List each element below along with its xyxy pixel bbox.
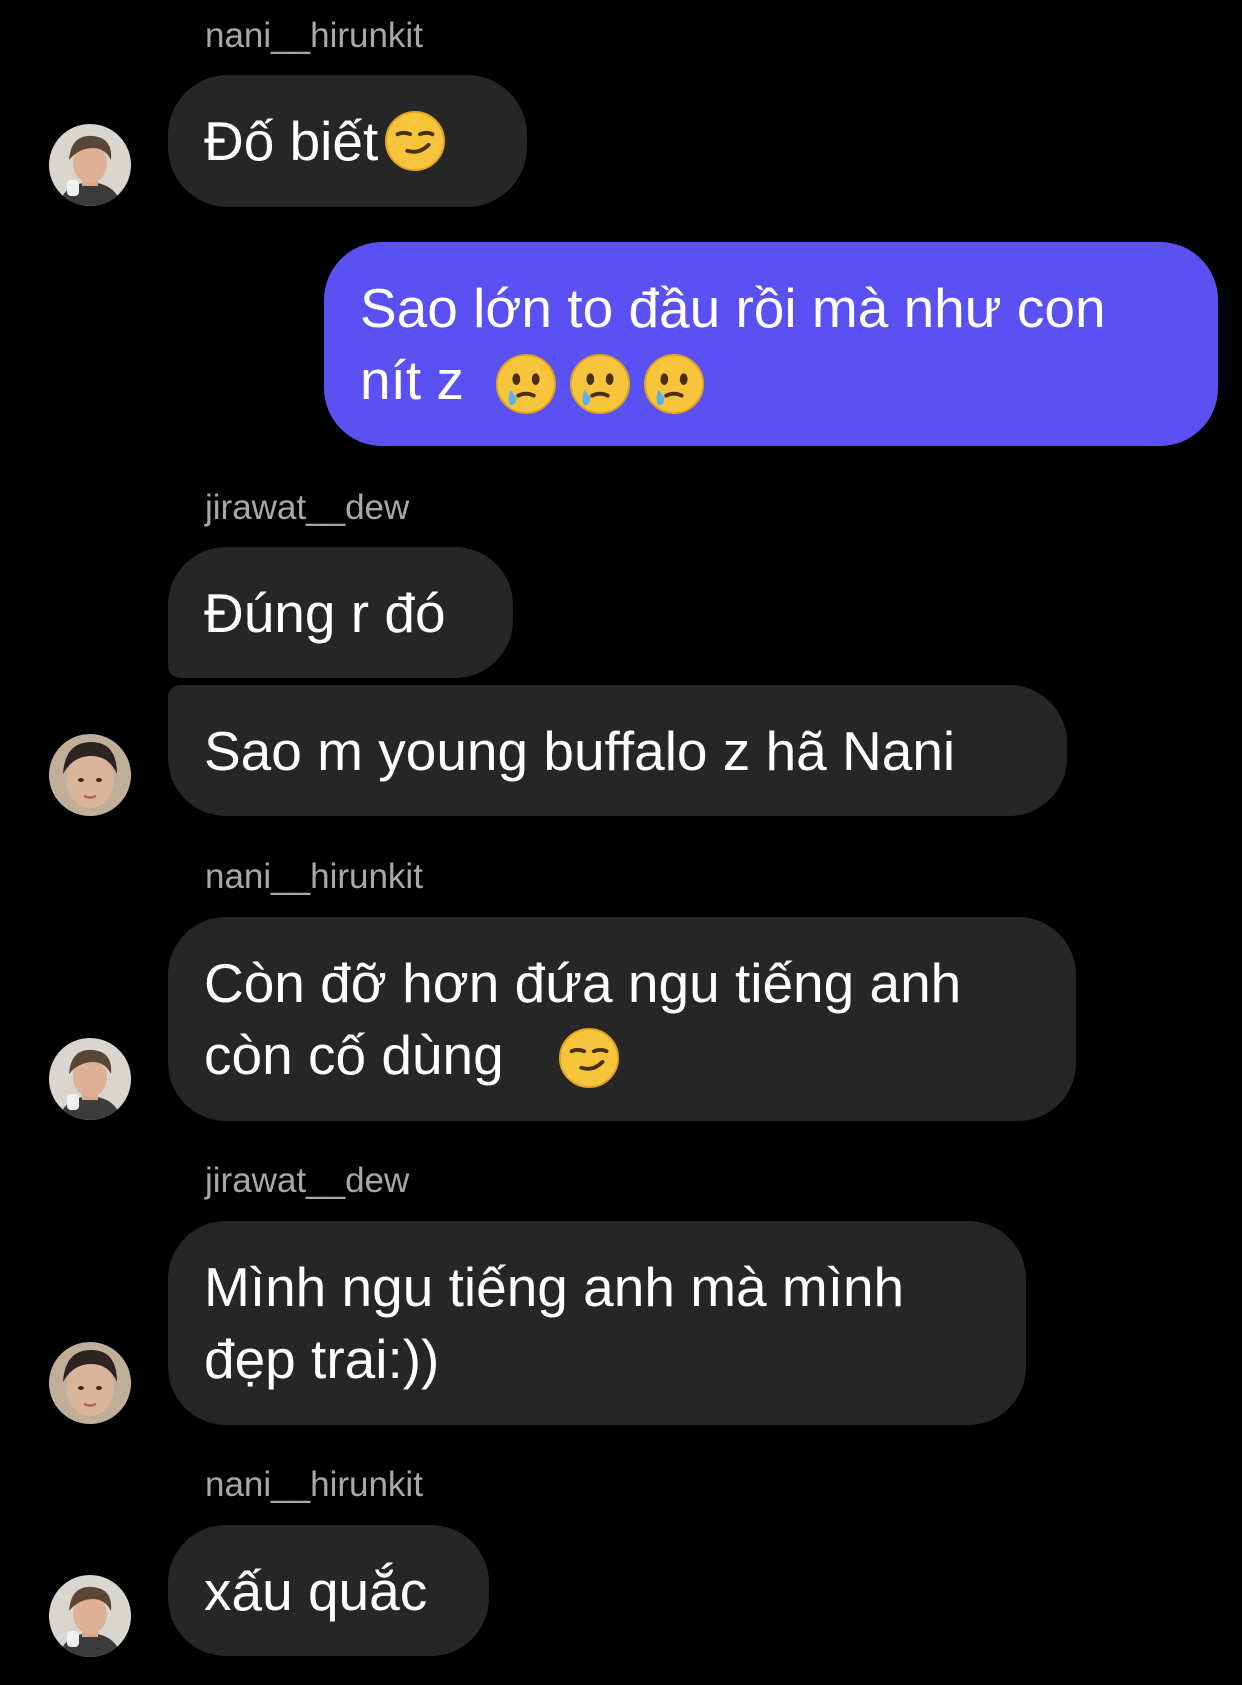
- avatar[interactable]: [49, 734, 131, 816]
- avatar[interactable]: [49, 1038, 131, 1120]
- message-bubble-incoming[interactable]: Mình ngu tiếng anh mà mình đẹp trai:)): [168, 1221, 1026, 1425]
- sender-name: nani__hirunkit: [205, 16, 423, 55]
- avatar[interactable]: [49, 124, 131, 206]
- chat-thread: nani__hirunkit Đố biết Sao lớn to đầu rồ…: [0, 0, 1242, 1685]
- message-bubble-incoming[interactable]: Đúng r đó: [168, 547, 513, 678]
- message-bubble-outgoing[interactable]: Sao lớn to đầu rồi mà như con nít z: [324, 242, 1218, 446]
- smirking-face-emoji-icon: [384, 110, 446, 172]
- message-bubble-incoming[interactable]: xấu quắc: [168, 1525, 489, 1656]
- face-holding-back-tears-emoji-icon: [569, 353, 631, 415]
- message-bubble-incoming[interactable]: Đố biết: [168, 75, 527, 207]
- face-holding-back-tears-emoji-icon: [643, 353, 705, 415]
- sender-name: nani__hirunkit: [205, 857, 423, 896]
- smirking-face-emoji-icon: [558, 1027, 620, 1089]
- sender-name: jirawat__dew: [205, 1161, 410, 1200]
- avatar[interactable]: [49, 1342, 131, 1424]
- message-text: Sao m young buffalo z hã Nani: [204, 719, 956, 782]
- sender-name: jirawat__dew: [205, 488, 410, 527]
- emoji-row: [495, 353, 705, 415]
- message-bubble-incoming[interactable]: Sao m young buffalo z hã Nani: [168, 685, 1067, 816]
- sender-name: nani__hirunkit: [205, 1465, 423, 1504]
- message-text: xấu quắc: [204, 1559, 428, 1622]
- message-text: Mình ngu tiếng anh mà mình đẹp trai:)): [204, 1256, 905, 1390]
- message-text: Đúng r đó: [204, 581, 446, 644]
- avatar[interactable]: [49, 1575, 131, 1657]
- message-text: Sao lớn to đầu rồi mà như con nít z: [360, 277, 1106, 411]
- message-text: Đố biết: [204, 110, 379, 172]
- face-holding-back-tears-emoji-icon: [495, 353, 557, 415]
- message-bubble-incoming[interactable]: Còn đỡ hơn đứa ngu tiếng anh còn cố dùng: [168, 917, 1076, 1121]
